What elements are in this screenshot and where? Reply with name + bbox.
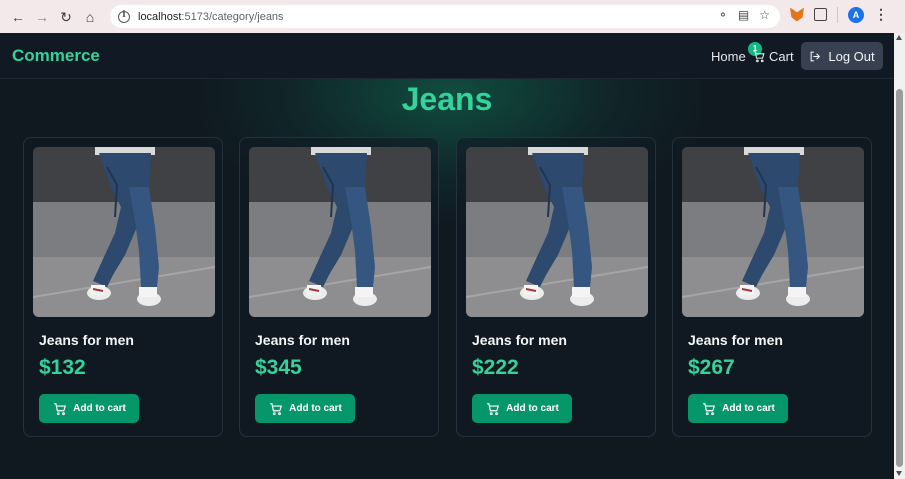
install-app-icon[interactable]: ▤ bbox=[738, 8, 749, 22]
product-card: Jeans for men $222 Add to cart bbox=[456, 137, 656, 437]
add-to-cart-label: Add to cart bbox=[722, 403, 775, 414]
address-bar[interactable]: localhost:5173/category/jeans ⚬ ▤ ☆ bbox=[110, 5, 780, 28]
logout-label: Log Out bbox=[828, 48, 875, 64]
cart-icon bbox=[487, 402, 500, 415]
cart-label: Cart bbox=[769, 49, 794, 64]
add-to-cart-label: Add to cart bbox=[506, 403, 559, 414]
product-name: Jeans for men bbox=[472, 332, 567, 348]
brand-logo[interactable]: Commerce bbox=[12, 46, 100, 66]
cart-icon bbox=[753, 51, 765, 63]
add-to-cart-button[interactable]: Add to cart bbox=[39, 394, 139, 423]
product-card: Jeans for men $132 Add to cart bbox=[23, 137, 223, 437]
product-image[interactable] bbox=[466, 147, 648, 317]
product-price: $222 bbox=[472, 356, 519, 379]
metamask-extension-icon[interactable] bbox=[790, 7, 804, 22]
product-name: Jeans for men bbox=[39, 332, 134, 348]
back-icon[interactable]: ← bbox=[10, 9, 26, 25]
add-to-cart-button[interactable]: Add to cart bbox=[472, 394, 572, 423]
scroll-thumb[interactable] bbox=[896, 89, 903, 467]
product-name: Jeans for men bbox=[255, 332, 350, 348]
product-price: $132 bbox=[39, 356, 86, 379]
browser-toolbar: ← → ↻ ⌂ localhost:5173/category/jeans ⚬ … bbox=[0, 0, 905, 33]
product-image[interactable] bbox=[249, 147, 431, 317]
cart-icon bbox=[703, 402, 716, 415]
home-icon[interactable]: ⌂ bbox=[82, 9, 98, 25]
password-key-icon[interactable]: ⚬ bbox=[718, 8, 728, 22]
add-to-cart-label: Add to cart bbox=[289, 403, 342, 414]
product-card: Jeans for men $345 Add to cart bbox=[239, 137, 439, 437]
scroll-up-icon[interactable] bbox=[896, 35, 902, 40]
forward-icon[interactable]: → bbox=[34, 9, 50, 25]
add-to-cart-button[interactable]: Add to cart bbox=[255, 394, 355, 423]
browser-menu-icon[interactable]: ⋮ bbox=[874, 6, 888, 23]
bookmark-star-icon[interactable]: ☆ bbox=[759, 8, 770, 22]
add-to-cart-button[interactable]: Add to cart bbox=[688, 394, 788, 423]
nav-home-link[interactable]: Home bbox=[711, 49, 746, 64]
scroll-down-icon[interactable] bbox=[896, 471, 902, 476]
nav-cart-link[interactable]: Cart bbox=[752, 49, 794, 64]
logout-icon bbox=[810, 51, 821, 61]
cart-icon bbox=[270, 402, 283, 415]
product-card: Jeans for men $267 Add to cart bbox=[672, 137, 872, 437]
site-info-icon[interactable] bbox=[118, 10, 130, 23]
product-image[interactable] bbox=[682, 147, 864, 317]
page-scrollbar[interactable] bbox=[894, 33, 905, 479]
product-price: $345 bbox=[255, 356, 302, 379]
product-price: $267 bbox=[688, 356, 735, 379]
toolbar-divider bbox=[837, 6, 838, 23]
extensions-icon[interactable] bbox=[814, 8, 827, 21]
reload-icon[interactable]: ↻ bbox=[58, 9, 74, 25]
add-to-cart-label: Add to cart bbox=[73, 403, 126, 414]
product-image[interactable] bbox=[33, 147, 215, 317]
app-viewport: Commerce Home 1 Cart Log Out Jeans Jeans… bbox=[0, 33, 894, 479]
app-navbar: Commerce Home 1 Cart Log Out bbox=[0, 33, 894, 79]
product-name: Jeans for men bbox=[688, 332, 783, 348]
logout-button[interactable]: Log Out bbox=[801, 42, 883, 70]
profile-avatar[interactable]: A bbox=[848, 6, 864, 23]
cart-icon bbox=[54, 402, 67, 415]
page-title: Jeans bbox=[401, 81, 493, 117]
url-text[interactable]: localhost:5173/category/jeans bbox=[138, 11, 284, 23]
